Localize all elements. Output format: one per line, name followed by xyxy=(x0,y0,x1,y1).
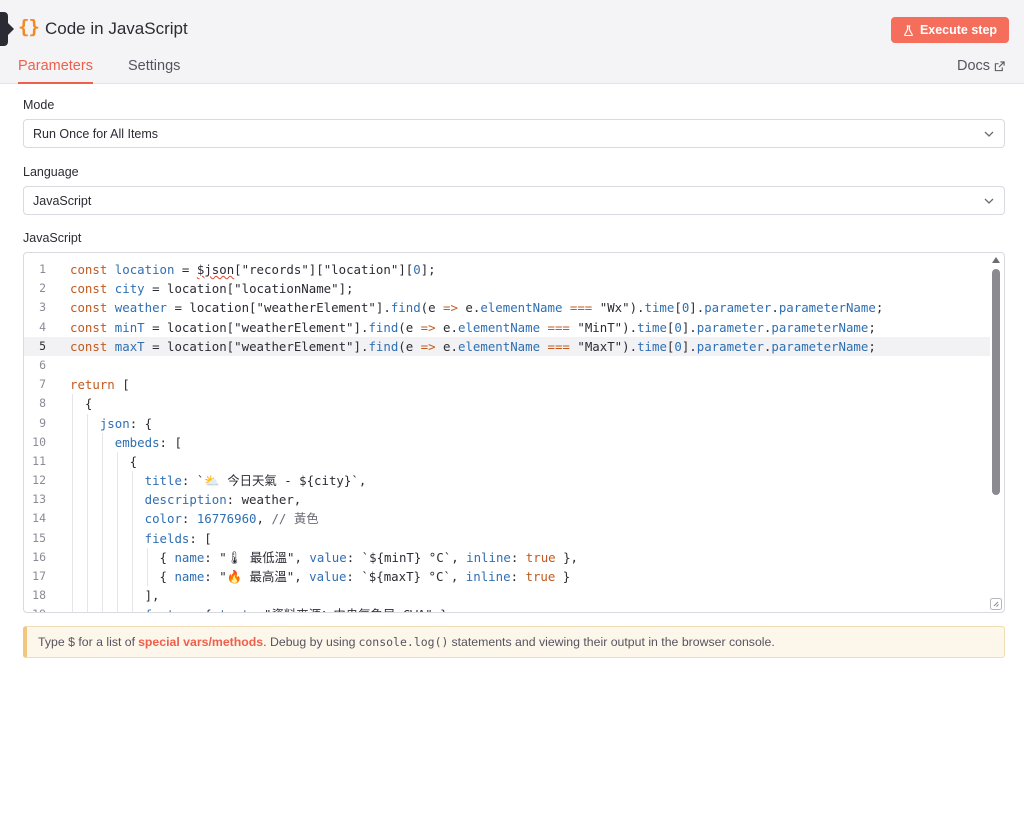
external-link-icon xyxy=(994,60,1005,71)
line-number: 13 xyxy=(32,492,46,507)
panel-header: {} Code in JavaScript Execute step Param… xyxy=(0,0,1024,84)
line-number: 6 xyxy=(39,357,46,372)
hint-text-before: Type $ for a list of xyxy=(38,635,136,649)
line-number: 2 xyxy=(39,281,46,296)
docs-label: Docs xyxy=(957,58,991,74)
line-number: 7 xyxy=(39,377,46,392)
hint-text-middle: . Debug by using xyxy=(263,635,356,649)
mode-select[interactable]: Run Once for All Items xyxy=(23,119,1005,148)
code-line[interactable]: 14 color: 16776960, // 黃色 xyxy=(24,509,990,529)
line-number: 8 xyxy=(39,396,46,411)
code-line[interactable]: 6 xyxy=(24,356,990,375)
code-line[interactable]: 4 const minT = location["weatherElement"]… xyxy=(24,318,990,337)
chevron-down-icon xyxy=(984,131,994,137)
hint-code: console.log() xyxy=(358,635,449,649)
code-line[interactable]: 9 json: { xyxy=(24,413,990,433)
chevron-down-icon xyxy=(984,198,994,204)
line-number: 16 xyxy=(32,549,46,564)
line-number: 5 xyxy=(39,338,46,353)
line-number: 15 xyxy=(32,530,46,545)
language-value: JavaScript xyxy=(33,193,92,208)
special-vars-link[interactable]: special vars/methods xyxy=(138,635,263,649)
execute-step-button[interactable]: Execute step xyxy=(891,17,1009,43)
code-line[interactable]: 18 ], xyxy=(24,586,990,606)
mode-label: Mode xyxy=(23,98,55,112)
line-number: 12 xyxy=(32,473,46,488)
code-line[interactable]: 12 title: `⛅ 今日天氣 - ${city}`, xyxy=(24,471,990,491)
resize-handle-icon[interactable] xyxy=(990,598,1002,610)
code-line[interactable]: 3 const weather = location["weatherElemen… xyxy=(24,298,990,317)
line-number: 4 xyxy=(39,319,46,334)
line-number: 11 xyxy=(32,453,46,468)
code-line-active[interactable]: 5 const maxT = location["weatherElement"]… xyxy=(24,336,990,356)
code-line[interactable]: 11 { xyxy=(24,451,990,472)
line-number: 18 xyxy=(32,588,46,603)
docs-link[interactable]: Docs xyxy=(957,58,1005,74)
line-number: 10 xyxy=(32,434,46,449)
execute-step-label: Execute step xyxy=(919,23,998,37)
code-line[interactable]: 1 const location = $json["records"]["loca… xyxy=(24,260,990,279)
code-hint-callout: Type $ for a list of special vars/method… xyxy=(23,626,1005,658)
line-number: 14 xyxy=(32,511,46,526)
tab-settings[interactable]: Settings xyxy=(128,58,180,82)
node-panel: {} Code in JavaScript Execute step Param… xyxy=(0,0,1024,833)
line-number: 1 xyxy=(39,262,46,276)
code-line[interactable]: 16 { name: "🌡 最低溫", value: `${minT} °C`,… xyxy=(24,547,990,567)
panel-tabs: Parameters Settings Docs xyxy=(0,54,1024,84)
language-select[interactable]: JavaScript xyxy=(23,186,1005,215)
code-braces-icon: {} xyxy=(18,16,40,38)
line-number: 17 xyxy=(32,569,46,583)
line-number: 3 xyxy=(39,300,46,315)
line-number: 19 xyxy=(24,605,46,612)
flask-icon xyxy=(904,24,913,36)
code-line[interactable]: 15 fields: [ xyxy=(24,528,990,548)
panel-handle[interactable] xyxy=(0,12,14,46)
code-line[interactable]: 10 embeds: [ xyxy=(24,432,990,452)
scroll-up-arrow-icon[interactable] xyxy=(992,257,1000,263)
editor-scrollbar[interactable] xyxy=(992,257,1000,607)
tab-parameters[interactable]: Parameters xyxy=(18,58,93,84)
hint-text-after: statements and viewing their output in t… xyxy=(451,635,775,649)
code-line[interactable]: 19 footer: { text: "資料來源：中央氣象局 CWA" }, xyxy=(24,605,990,612)
node-title[interactable]: Code in JavaScript xyxy=(45,19,188,39)
line-number: 9 xyxy=(39,415,46,430)
mode-value: Run Once for All Items xyxy=(33,126,159,141)
scrollbar-thumb[interactable] xyxy=(992,269,1000,495)
code-line[interactable]: 2 const city = location["locationName"]; xyxy=(24,279,990,298)
code-label: JavaScript xyxy=(23,231,82,245)
code-line[interactable]: 13 description: weather, xyxy=(24,490,990,510)
code-line[interactable]: 7 return [ xyxy=(24,375,990,394)
code-lines[interactable]: 1 const location = $json["records"]["loca… xyxy=(24,260,990,612)
code-line[interactable]: 17 { name: "🔥 最高溫", value: `${maxT} °C`,… xyxy=(24,567,990,587)
language-label: Language xyxy=(23,165,79,179)
code-line[interactable]: 8 { xyxy=(24,394,990,414)
code-editor[interactable]: 1 const location = $json["records"]["loca… xyxy=(23,252,1005,613)
